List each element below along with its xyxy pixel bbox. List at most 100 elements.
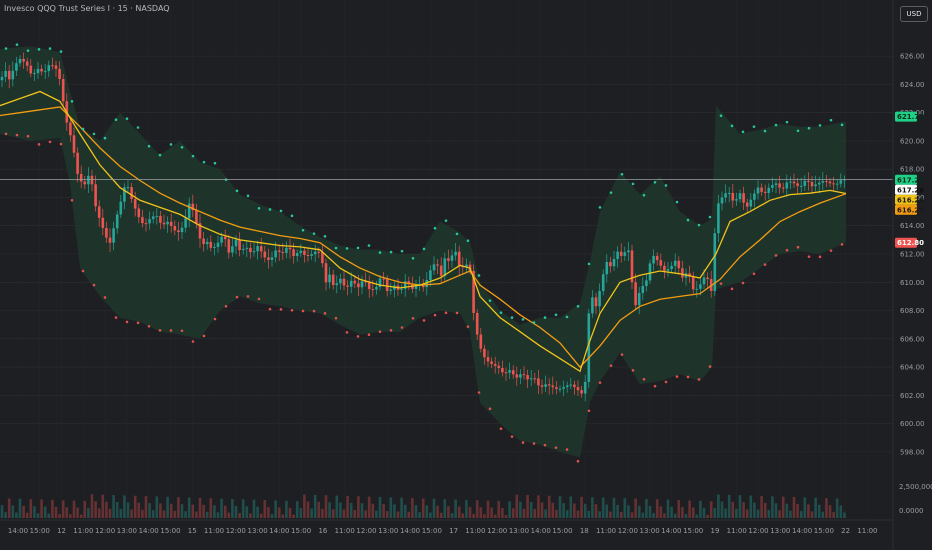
volume-bar [515, 494, 519, 518]
time-tick-label: 11:00 [596, 527, 616, 535]
candle-body [803, 180, 807, 186]
candle-body [529, 378, 533, 380]
volume-bar [659, 506, 663, 518]
volume-bar [717, 494, 720, 518]
volume-bar [342, 509, 346, 518]
candle-body [634, 282, 637, 306]
candle-body [454, 251, 457, 256]
volume-bar [709, 501, 713, 518]
candle-body [285, 247, 288, 253]
candle-body [774, 183, 778, 186]
volume-bar [609, 511, 612, 518]
price-tick-label: 618.00 [900, 166, 925, 174]
lower-dot [642, 377, 646, 381]
volume-bar [267, 507, 270, 518]
candle-body [234, 239, 238, 247]
candle-body [558, 388, 562, 390]
lower-dot [169, 329, 173, 332]
lower-dot [136, 321, 140, 325]
lower-dot [664, 380, 668, 384]
candle-body [619, 251, 623, 256]
candle-body [832, 183, 835, 185]
volume-bar [569, 496, 573, 518]
volume-bar [771, 496, 774, 518]
candle-body [115, 214, 119, 229]
candle-body [720, 197, 724, 204]
volume-bar [241, 499, 245, 518]
volume-tick-label: 2,500,000.00 [899, 483, 932, 491]
lower-dot [576, 459, 580, 463]
lower-dot [235, 295, 239, 299]
upper-dot [191, 154, 195, 158]
price-chart[interactable]: 626.00624.00622.00620.00618.00616.00614.… [0, 0, 932, 550]
upper-dot [763, 129, 767, 133]
lower-dot [433, 313, 437, 317]
candle-body [598, 291, 601, 307]
time-tick-label: 15:00 [291, 527, 311, 535]
candle-body [519, 374, 522, 378]
upper-dot [411, 256, 415, 260]
lower-dot [598, 381, 602, 384]
time-tick-label: 13:00 [247, 527, 267, 535]
volume-bar [832, 512, 835, 518]
lower-dot [59, 142, 63, 146]
candle-body [119, 201, 123, 215]
volume-bar [339, 502, 342, 518]
time-tick-label: 14:00 [139, 527, 159, 535]
volume-bar [544, 509, 547, 518]
candle-body [130, 187, 133, 199]
volume-bar [378, 497, 382, 518]
volume-bar [839, 505, 843, 518]
lower-dot [587, 409, 591, 413]
lower-dot [840, 243, 844, 246]
candle-body [515, 374, 519, 378]
candle-body [796, 183, 799, 186]
candle-body [18, 58, 22, 64]
volume-bar [803, 497, 807, 518]
volume-bar [303, 494, 306, 518]
volume-bar [828, 505, 832, 518]
candle-body [295, 253, 299, 257]
candle-body [526, 375, 529, 380]
volume-bar [227, 512, 231, 518]
upper-dot [543, 316, 547, 319]
volume-bar [292, 514, 295, 518]
upper-dot [653, 180, 657, 184]
volume-bar [789, 510, 792, 518]
candle-body [281, 252, 285, 254]
volume-bar [133, 495, 137, 518]
candle-body [58, 68, 61, 80]
upper-dot [774, 123, 778, 127]
upper-dot [235, 189, 239, 193]
lower-dot [686, 375, 690, 379]
lower-dot [202, 334, 206, 338]
upper-dot [290, 214, 294, 218]
volume-bar [807, 504, 810, 518]
upper-dot [389, 250, 393, 254]
time-tick-label: 12:00 [95, 527, 115, 535]
volume-bar [313, 494, 317, 518]
lower-dot [609, 364, 613, 367]
volume-bar [735, 508, 738, 518]
candle-body [781, 187, 785, 189]
price-badge-label: 621.72 [897, 113, 924, 121]
upper-dot [268, 208, 272, 211]
volume-bar [691, 507, 695, 518]
time-tick-label: 17 [449, 527, 458, 535]
lower-dot [565, 448, 569, 451]
volume-bar [223, 505, 227, 518]
lower-dot [257, 297, 261, 301]
candle-body [439, 265, 443, 276]
volume-bar [25, 512, 29, 518]
volume-bar [551, 502, 555, 518]
time-tick-label: 12:00 [748, 527, 768, 535]
candle-body [767, 187, 771, 193]
volume-bar [256, 506, 259, 518]
upper-dot [741, 130, 745, 134]
upper-dot [180, 145, 184, 149]
time-tick-label: 12:00 [618, 527, 638, 535]
time-tick-label: 11:00 [335, 527, 355, 535]
volume-bar [245, 506, 249, 518]
volume-bar [501, 507, 504, 518]
volume-bar [778, 510, 781, 518]
